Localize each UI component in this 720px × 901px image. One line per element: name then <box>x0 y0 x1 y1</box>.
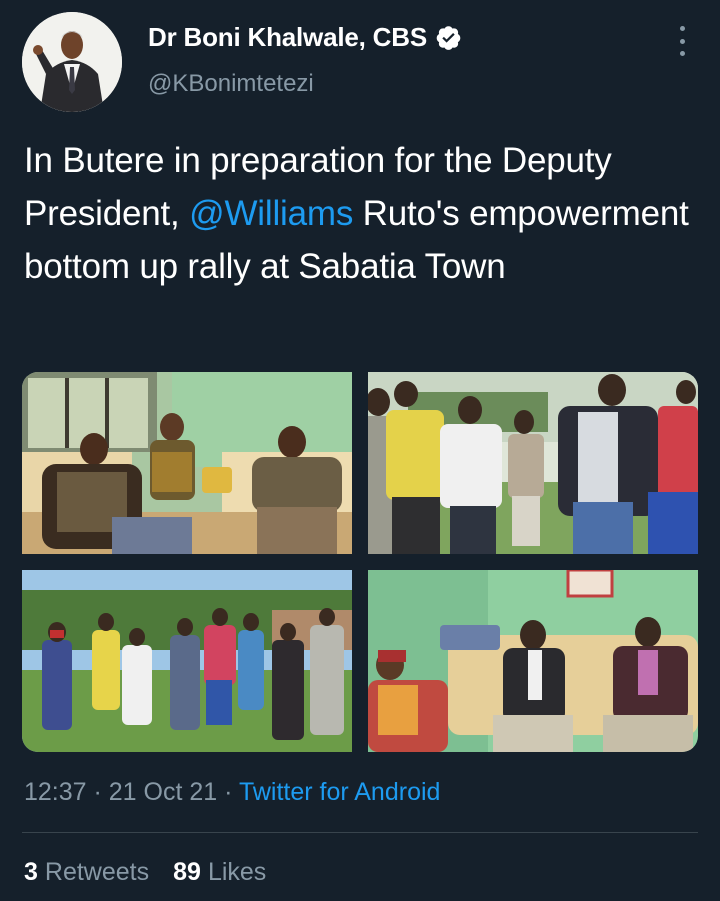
tweet-card: Dr Boni Khalwale, CBS @KBonimtetezi In B… <box>0 0 720 901</box>
avatar-image <box>22 12 122 112</box>
tweet-source-link[interactable]: Twitter for Android <box>239 778 440 806</box>
author-name-row: Dr Boni Khalwale, CBS <box>148 22 462 53</box>
likes-label: Likes <box>207 858 267 886</box>
tweet-meta: 12:37 · 21 Oct 21 · Twitter for Android <box>24 778 440 807</box>
photo-2[interactable] <box>368 372 698 554</box>
tweet-time[interactable]: 12:37 <box>24 778 87 806</box>
meta-separator: · <box>86 778 109 806</box>
photo-4[interactable] <box>368 570 698 752</box>
dot <box>679 26 685 31</box>
dot <box>679 38 685 44</box>
retweets-count: 3 <box>24 858 38 886</box>
meta-separator: · <box>217 778 239 806</box>
tweet-text: In Butere in preparation for the Deputy … <box>24 134 694 293</box>
dot <box>679 51 685 56</box>
tweet-stats: 3 Retweets 89 Likes <box>24 858 266 887</box>
photo-1[interactable] <box>22 372 352 554</box>
display-name[interactable]: Dr Boni Khalwale, CBS <box>148 22 427 53</box>
mention-link[interactable]: @Williams <box>189 194 353 233</box>
likes-stat[interactable]: 89 Likes <box>173 858 266 887</box>
likes-count: 89 <box>173 858 201 886</box>
verified-badge-icon <box>435 24 462 51</box>
author-handle[interactable]: @KBonimtetezi <box>148 70 314 98</box>
photo-3[interactable] <box>22 570 352 752</box>
divider <box>22 832 698 833</box>
avatar[interactable] <box>22 12 122 112</box>
retweets-stat[interactable]: 3 Retweets <box>24 858 149 887</box>
media-grid <box>22 372 698 752</box>
retweets-label: Retweets <box>44 858 150 886</box>
more-options-icon[interactable] <box>672 26 692 56</box>
tweet-date[interactable]: 21 Oct 21 <box>109 778 217 806</box>
